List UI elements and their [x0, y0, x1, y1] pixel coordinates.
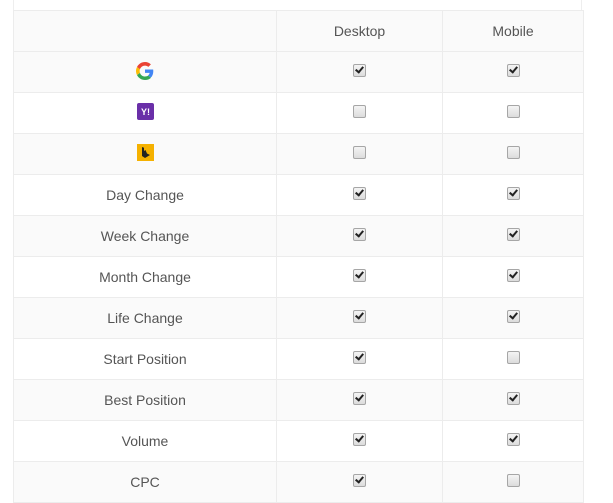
mobile-cell — [442, 256, 584, 298]
mobile-checkbox[interactable] — [506, 268, 520, 282]
mobile-checkbox[interactable] — [506, 104, 520, 118]
desktop-checkbox[interactable] — [353, 350, 366, 364]
mobile-cell — [442, 338, 584, 380]
desktop-cell — [276, 461, 443, 503]
desktop-cell — [276, 338, 443, 380]
mobile-cell — [442, 51, 584, 93]
desktop-checkbox[interactable] — [353, 309, 366, 323]
table-row: Life Change — [13, 297, 584, 339]
google-icon — [136, 61, 154, 83]
table-row — [13, 51, 584, 93]
desktop-checkbox[interactable] — [353, 186, 366, 200]
desktop-cell — [276, 215, 443, 257]
desktop-cell — [276, 297, 443, 339]
table-row: Volume — [13, 420, 584, 462]
mobile-cell — [442, 297, 584, 339]
mobile-cell — [442, 461, 584, 503]
mobile-checkbox[interactable] — [506, 350, 520, 364]
table-row: Month Change — [13, 256, 584, 298]
row-label: Week Change — [13, 215, 277, 257]
table-row: Week Change — [13, 215, 584, 257]
table-row: Start Position — [13, 338, 584, 380]
desktop-checkbox[interactable] — [353, 268, 366, 282]
mobile-checkbox[interactable] — [506, 63, 520, 77]
yahoo-icon: Y! — [136, 103, 154, 123]
engine-cell — [13, 133, 277, 175]
desktop-checkbox[interactable] — [353, 432, 366, 446]
desktop-cell — [276, 133, 443, 175]
engine-cell — [13, 51, 277, 93]
svg-text:Y!: Y! — [141, 107, 150, 117]
header-row: Desktop Mobile — [13, 10, 584, 52]
mobile-checkbox[interactable] — [506, 473, 520, 487]
desktop-cell — [276, 256, 443, 298]
header-mobile: Mobile — [442, 10, 584, 52]
mobile-checkbox[interactable] — [506, 227, 520, 241]
row-label: Month Change — [13, 256, 277, 298]
desktop-cell — [276, 379, 443, 421]
mobile-cell — [442, 174, 584, 216]
mobile-checkbox[interactable] — [506, 432, 520, 446]
mobile-checkbox[interactable] — [506, 391, 520, 405]
desktop-checkbox[interactable] — [353, 104, 366, 118]
desktop-checkbox[interactable] — [353, 391, 366, 405]
row-label: Day Change — [13, 174, 277, 216]
desktop-cell — [276, 174, 443, 216]
mobile-checkbox[interactable] — [506, 186, 520, 200]
mobile-cell — [442, 133, 584, 175]
mobile-checkbox[interactable] — [506, 145, 520, 159]
desktop-checkbox[interactable] — [353, 227, 366, 241]
mobile-cell — [442, 92, 584, 134]
row-label: Volume — [13, 420, 277, 462]
desktop-checkbox[interactable] — [353, 145, 366, 159]
desktop-checkbox[interactable] — [353, 473, 366, 487]
row-label: Life Change — [13, 297, 277, 339]
settings-table: Desktop Mobile Y! Day Change Week Change Mo… — [13, 10, 584, 503]
mobile-cell — [442, 215, 584, 257]
table-row: CPC — [13, 461, 584, 503]
desktop-cell — [276, 420, 443, 462]
header-label — [13, 10, 277, 52]
bing-icon — [136, 144, 154, 164]
mobile-cell — [442, 420, 584, 462]
table-row: Best Position — [13, 379, 584, 421]
desktop-cell — [276, 51, 443, 93]
header-desktop: Desktop — [276, 10, 443, 52]
row-label: Start Position — [13, 338, 277, 380]
desktop-cell — [276, 92, 443, 134]
row-label: Best Position — [13, 379, 277, 421]
table-row: Y! — [13, 92, 584, 134]
table-row: Day Change — [13, 174, 584, 216]
table-row — [13, 133, 584, 175]
mobile-checkbox[interactable] — [506, 309, 520, 323]
mobile-cell — [442, 379, 584, 421]
row-label: CPC — [13, 461, 277, 503]
engine-cell: Y! — [13, 92, 277, 134]
desktop-checkbox[interactable] — [353, 63, 366, 77]
